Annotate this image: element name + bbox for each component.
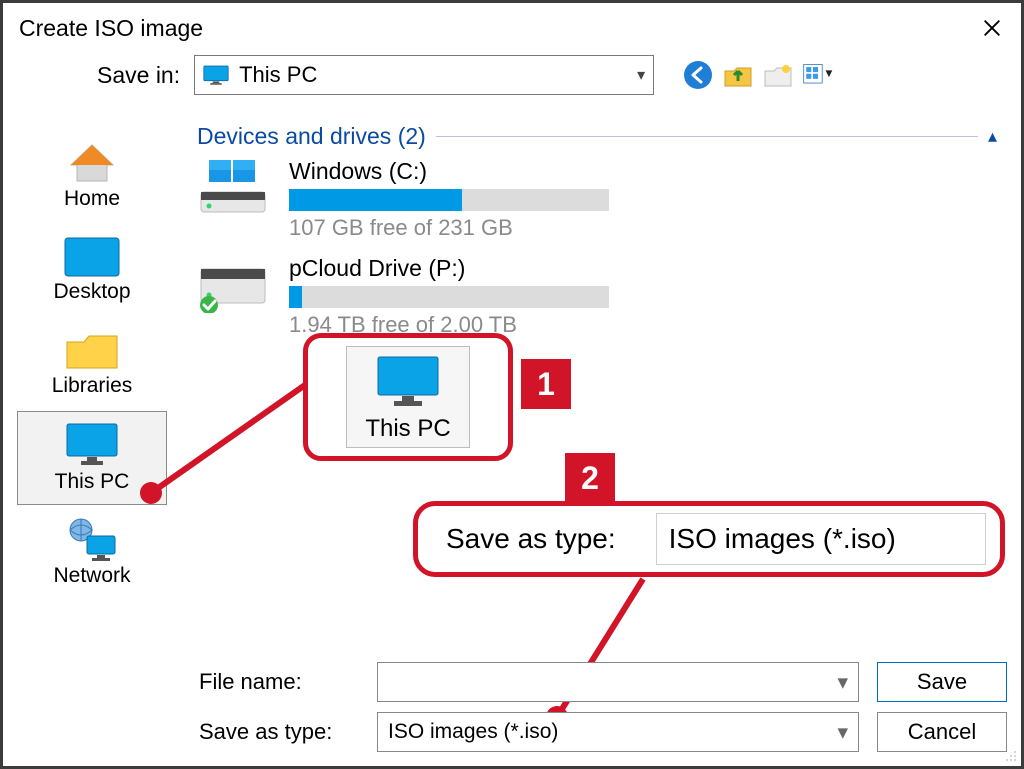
filename-row: File name: ▾ Save bbox=[199, 662, 1007, 702]
annotation-callout-2: Save as type: ISO images (*.iso) bbox=[413, 501, 1005, 577]
titlebar: Create ISO image bbox=[3, 3, 1021, 53]
callout-2-label: Save as type: bbox=[446, 523, 616, 555]
drive-name: pCloud Drive (P:) bbox=[289, 255, 609, 282]
desktop-icon bbox=[63, 236, 121, 278]
view-menu-button[interactable] bbox=[802, 59, 834, 91]
window-title: Create ISO image bbox=[19, 15, 203, 42]
close-icon bbox=[981, 17, 1003, 39]
nav-toolbar bbox=[682, 59, 834, 91]
pc-icon bbox=[203, 65, 229, 85]
new-folder-icon bbox=[762, 59, 794, 91]
save-in-label: Save in: bbox=[97, 62, 180, 89]
pc-icon bbox=[372, 355, 444, 411]
devices-group-header[interactable]: Devices and drives (2) ▴ bbox=[197, 123, 1011, 150]
annotation-badge-1: 1 bbox=[521, 359, 571, 409]
drive-usage-fill bbox=[289, 189, 462, 211]
bottom-panel: File name: ▾ Save Save as type: ISO imag… bbox=[199, 662, 1007, 752]
chevron-down-icon: ▾ bbox=[637, 65, 645, 85]
savetype-row: Save as type: ISO images (*.iso) ▾ Cance… bbox=[199, 712, 1007, 752]
sidebar-item-label: Home bbox=[64, 187, 120, 211]
callout-thispc-tile: This PC bbox=[346, 346, 469, 448]
drive-item[interactable]: Windows (C:) 107 GB free of 231 GB bbox=[195, 158, 1011, 241]
save-in-row: Save in: This PC ▾ bbox=[97, 53, 1021, 95]
resize-grip-icon[interactable] bbox=[1003, 748, 1017, 762]
sidebar-item-label: Desktop bbox=[53, 280, 130, 304]
drive-name: Windows (C:) bbox=[289, 158, 609, 185]
back-icon bbox=[682, 59, 714, 91]
sidebar-item-this-pc[interactable]: This PC bbox=[17, 411, 167, 505]
folder-icon bbox=[64, 330, 120, 372]
sidebar-item-network[interactable]: Network bbox=[17, 505, 167, 599]
chevron-down-icon: ▾ bbox=[837, 720, 848, 745]
chevron-down-icon: ▾ bbox=[837, 670, 848, 695]
filename-input[interactable]: ▾ bbox=[377, 662, 859, 702]
drive-p-icon bbox=[195, 255, 271, 313]
save-in-value: This PC bbox=[239, 62, 637, 88]
home-icon bbox=[67, 141, 117, 185]
drive-info: Windows (C:) 107 GB free of 231 GB bbox=[289, 158, 609, 241]
dialog-window: Create ISO image Save in: This PC ▾ bbox=[0, 0, 1024, 769]
savetype-label: Save as type: bbox=[199, 719, 359, 745]
sidebar-item-label: Libraries bbox=[52, 374, 133, 398]
savetype-value: ISO images (*.iso) bbox=[388, 720, 558, 744]
sidebar-item-label: This PC bbox=[55, 470, 130, 494]
sidebar-item-label: Network bbox=[53, 564, 130, 588]
sidebar-item-desktop[interactable]: Desktop bbox=[17, 223, 167, 317]
callout-2-value: ISO images (*.iso) bbox=[656, 513, 986, 565]
drive-usage-bar bbox=[289, 189, 609, 211]
callout-1-label: This PC bbox=[365, 415, 450, 443]
savetype-combo[interactable]: ISO images (*.iso) ▾ bbox=[377, 712, 859, 752]
group-rule bbox=[436, 136, 978, 137]
view-menu-icon bbox=[802, 62, 834, 89]
sidebar-item-home[interactable]: Home bbox=[17, 129, 167, 223]
up-button[interactable] bbox=[722, 59, 754, 91]
dialog-body: Home Desktop Libraries This PC bbox=[17, 123, 1011, 666]
drive-c-icon bbox=[195, 158, 271, 216]
save-button[interactable]: Save bbox=[877, 662, 1007, 702]
annotation-badge-2: 2 bbox=[565, 453, 615, 503]
network-icon bbox=[65, 516, 119, 562]
drive-info: pCloud Drive (P:) 1.94 TB free of 2.00 T… bbox=[289, 255, 609, 338]
annotation-callout-1: This PC bbox=[303, 333, 513, 461]
drive-free-text: 107 GB free of 231 GB bbox=[289, 215, 609, 241]
places-sidebar: Home Desktop Libraries This PC bbox=[17, 123, 177, 666]
close-button[interactable] bbox=[971, 7, 1013, 49]
back-button[interactable] bbox=[682, 59, 714, 91]
group-label: Devices and drives (2) bbox=[197, 123, 426, 150]
drive-item[interactable]: pCloud Drive (P:) 1.94 TB free of 2.00 T… bbox=[195, 255, 1011, 338]
drive-usage-bar bbox=[289, 286, 609, 308]
save-in-combo[interactable]: This PC ▾ bbox=[194, 55, 654, 95]
up-folder-icon bbox=[722, 59, 754, 91]
sidebar-item-libraries[interactable]: Libraries bbox=[17, 317, 167, 411]
drive-usage-fill bbox=[289, 286, 302, 308]
collapse-chevron-icon[interactable]: ▴ bbox=[988, 126, 1011, 147]
filename-label: File name: bbox=[199, 669, 359, 695]
cancel-button[interactable]: Cancel bbox=[877, 712, 1007, 752]
pc-icon bbox=[63, 422, 121, 468]
new-folder-button[interactable] bbox=[762, 59, 794, 91]
